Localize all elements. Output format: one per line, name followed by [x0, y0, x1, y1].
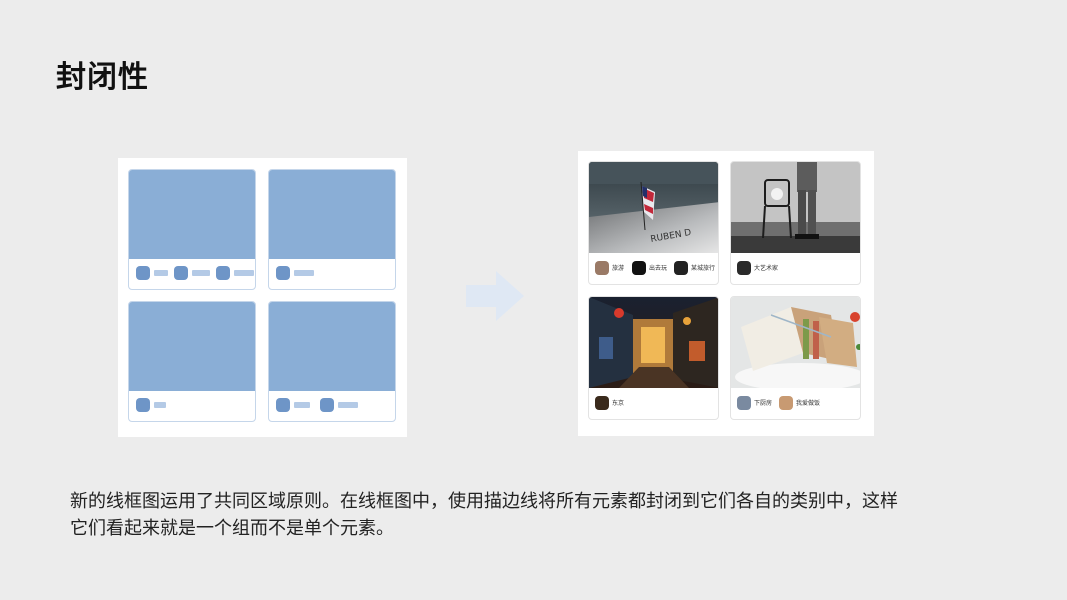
tag-label: 旅游	[612, 265, 625, 272]
wireframe-tag-row	[136, 398, 251, 414]
tag-item[interactable]: 下厨房	[737, 395, 772, 410]
avatar	[632, 260, 646, 275]
wireframe-avatar	[216, 266, 230, 280]
wireframe-panel	[118, 158, 407, 437]
wireframe-image-placeholder	[129, 302, 255, 391]
tag-item[interactable]: 某城旅行	[674, 260, 715, 275]
wireframe-card	[128, 169, 256, 290]
description-line: 它们看起来就是一个组而不是单个元素。	[70, 518, 394, 539]
avatar	[595, 395, 609, 410]
tag-label: 东京	[612, 400, 625, 407]
wireframe-avatar	[320, 398, 334, 412]
wireframe-label-bar	[338, 402, 358, 408]
wireframe-label-bar	[154, 402, 166, 408]
content-card[interactable]: 大艺术家	[730, 161, 861, 285]
tag-row: 旅游 出去玩 某城旅行	[595, 260, 716, 276]
tag-item[interactable]: 东京	[595, 395, 624, 410]
wireframe-image-placeholder	[129, 170, 255, 259]
content-card[interactable]: RUBEN D 旅游 出去玩 某城旅行	[588, 161, 719, 285]
avatar	[737, 260, 751, 275]
content-card[interactable]: 东京	[588, 296, 719, 420]
tag-item[interactable]: 旅游	[595, 260, 624, 275]
wireframe-avatar	[136, 398, 150, 412]
content-panel: RUBEN D 旅游 出去玩 某城旅行 大艺术家 东京 下厨房 我爱做饭	[578, 151, 874, 436]
avatar	[737, 395, 751, 410]
avatar	[595, 260, 609, 275]
tag-row: 大艺术家	[737, 260, 858, 276]
wireframe-card	[128, 301, 256, 422]
tag-label: 下厨房	[754, 400, 773, 407]
tag-row: 下厨房 我爱做饭	[737, 395, 858, 411]
wireframe-tag-row	[276, 266, 391, 282]
sandwich-photo	[731, 297, 860, 388]
wireframe-avatar	[276, 266, 290, 280]
slide-description: 新的线框图运用了共同区域原则。在线框图中，使用描边线将所有元素都封闭到它们各自的…	[70, 488, 1010, 542]
description-line: 新的线框图运用了共同区域原则。在线框图中，使用描边线将所有元素都封闭到它们各自的…	[70, 491, 898, 512]
avatar	[779, 395, 793, 410]
tag-row: 东京	[595, 395, 716, 411]
wireframe-card	[268, 301, 396, 422]
right-arrow-icon	[466, 271, 524, 325]
wireframe-avatar	[136, 266, 150, 280]
wireframe-label-bar	[294, 402, 310, 408]
wireframe-image-placeholder	[269, 302, 395, 391]
tag-label: 某城旅行	[691, 265, 716, 272]
tokyo-alley-night-photo	[589, 297, 718, 388]
wireframe-tag-row	[136, 266, 254, 282]
slide-title: 封闭性	[56, 60, 149, 95]
wireframe-label-bar	[192, 270, 210, 276]
wireframe-tag-row	[276, 398, 391, 414]
wireframe-image-placeholder	[269, 170, 395, 259]
tag-item[interactable]: 大艺术家	[737, 260, 778, 275]
wireframe-card	[268, 169, 396, 290]
avatar	[674, 260, 688, 275]
tag-item[interactable]: 我爱做饭	[779, 395, 820, 410]
memorial-flag-photo: RUBEN D	[589, 162, 718, 253]
soldier-chair-bw-photo	[731, 162, 860, 253]
wireframe-avatar	[276, 398, 290, 412]
tag-label: 我爱做饭	[796, 400, 821, 407]
tag-label: 大艺术家	[754, 265, 779, 272]
tag-label: 出去玩	[649, 265, 668, 272]
wireframe-label-bar	[294, 270, 314, 276]
wireframe-label-bar	[154, 270, 168, 276]
wireframe-label-bar	[234, 270, 254, 276]
tag-item[interactable]: 出去玩	[632, 260, 667, 275]
content-card[interactable]: 下厨房 我爱做饭	[730, 296, 861, 420]
wireframe-avatar	[174, 266, 188, 280]
